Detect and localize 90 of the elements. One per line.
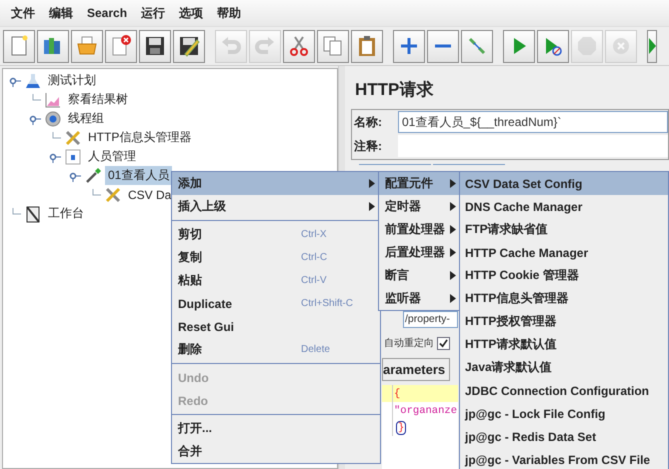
tree-item[interactable]: 01查看人员 bbox=[105, 166, 172, 185]
tree-item[interactable]: CSV Da bbox=[125, 186, 174, 202]
save-button[interactable] bbox=[139, 30, 171, 62]
minus-icon bbox=[434, 44, 452, 48]
tree-item[interactable]: 线程组 bbox=[65, 109, 107, 128]
menu-item[interactable]: JDBC Connection Configuration bbox=[460, 379, 668, 402]
menu-item[interactable]: 合并 bbox=[172, 440, 380, 463]
redirect-label: 自动重定向 bbox=[384, 336, 434, 350]
menu-item[interactable]: 帮助 bbox=[210, 2, 248, 24]
menu-item[interactable]: 选项 bbox=[172, 2, 210, 24]
menu-item[interactable]: HTTP授权管理器 bbox=[460, 310, 668, 333]
wrench-icon bbox=[64, 128, 82, 146]
menu-item[interactable]: CSV Data Set Config bbox=[460, 172, 668, 195]
redirect-checkbox[interactable] bbox=[437, 336, 450, 350]
folder-button[interactable] bbox=[71, 30, 103, 62]
menu-item[interactable]: 文件 bbox=[4, 2, 42, 24]
submenu-arrow-icon bbox=[450, 294, 456, 303]
minus-button[interactable] bbox=[427, 30, 459, 62]
remote-play-icon bbox=[649, 38, 656, 54]
menu-item[interactable]: Reset Gui bbox=[172, 315, 380, 338]
menu-item[interactable]: 粘贴 Ctrl-V bbox=[172, 269, 380, 292]
menu-item[interactable]: 剪切 Ctrl-X bbox=[172, 223, 380, 246]
menu-item[interactable]: 配置元件 bbox=[379, 172, 461, 195]
menu-item[interactable]: 前置处理器 bbox=[379, 218, 461, 241]
code-line: } bbox=[396, 420, 406, 434]
submenu-arrow-icon bbox=[450, 271, 456, 280]
panel-title: HTTP请求 bbox=[355, 79, 434, 101]
code-line: { bbox=[393, 388, 400, 400]
menu-item[interactable]: 监听器 bbox=[379, 287, 461, 310]
menu-item[interactable]: 运行 bbox=[134, 2, 172, 24]
submenu-arrow-icon bbox=[450, 248, 456, 257]
play-button[interactable] bbox=[503, 30, 535, 62]
tree-item[interactable]: 测试计划 bbox=[45, 71, 99, 90]
play-no-timer-button[interactable] bbox=[537, 30, 569, 62]
menu-item[interactable]: HTTP信息头管理器 bbox=[460, 287, 668, 310]
books-button[interactable] bbox=[37, 30, 69, 62]
wrench-icon bbox=[104, 186, 122, 204]
submenu-arrow-icon bbox=[450, 225, 456, 234]
controller-icon bbox=[64, 148, 82, 166]
parameters-tab[interactable]: arameters bbox=[382, 358, 450, 381]
menu-item[interactable]: 编辑 bbox=[42, 2, 80, 24]
dropper-icon bbox=[84, 166, 102, 184]
menu-item[interactable]: HTTP Cache Manager bbox=[460, 241, 668, 264]
tree-item[interactable]: 工作台 bbox=[45, 204, 87, 223]
menu-item[interactable]: jp@gc - Lock File Config bbox=[460, 402, 668, 425]
code-line: "organanze bbox=[393, 404, 458, 416]
new-file-button[interactable] bbox=[3, 30, 35, 62]
menu-item[interactable]: 添加 bbox=[172, 172, 380, 195]
save-as-button[interactable] bbox=[173, 30, 205, 62]
gear-icon bbox=[44, 110, 62, 128]
cut-icon bbox=[287, 34, 311, 58]
menu-item[interactable]: Java请求默认值 bbox=[460, 356, 668, 379]
menu-item[interactable]: 删除 Delete bbox=[172, 338, 380, 361]
cut-button[interactable] bbox=[283, 30, 315, 62]
save-icon bbox=[143, 34, 167, 58]
menu-item[interactable]: Duplicate Ctrl+Shift-C bbox=[172, 292, 380, 315]
menu-item[interactable]: 定时器 bbox=[379, 195, 461, 218]
menu-item[interactable]: DNS Cache Manager bbox=[460, 195, 668, 218]
notebook-icon bbox=[24, 204, 42, 222]
copy-button[interactable] bbox=[317, 30, 349, 62]
menu-item[interactable]: Search bbox=[80, 4, 134, 22]
menu-item[interactable]: jp@gc - Redis Data Set bbox=[460, 425, 668, 448]
submenu-arrow-icon bbox=[450, 179, 456, 188]
paste-button[interactable] bbox=[351, 30, 383, 62]
menu-item[interactable]: jp@gc - Variables From CSV File bbox=[460, 448, 668, 469]
plus-button[interactable] bbox=[393, 30, 425, 62]
name-field[interactable]: 01查看人员_${__threadNum}` bbox=[398, 111, 668, 133]
menu-item[interactable]: 复制 Ctrl-C bbox=[172, 246, 380, 269]
submenu-arrow-icon bbox=[450, 202, 456, 211]
save-as-icon bbox=[177, 34, 201, 58]
chart-icon bbox=[44, 90, 62, 108]
comment-label: 注释: bbox=[354, 138, 383, 154]
tree-item[interactable]: 人员管理 bbox=[85, 147, 139, 166]
comment-field[interactable] bbox=[398, 135, 668, 157]
menu-item[interactable]: HTTP请求默认值 bbox=[460, 333, 668, 356]
flask-icon bbox=[24, 72, 42, 90]
close-file-button[interactable] bbox=[105, 30, 137, 62]
stop-icon bbox=[575, 34, 599, 58]
menu-item[interactable]: HTTP Cookie 管理器 bbox=[460, 264, 668, 287]
toggle-button[interactable] bbox=[461, 30, 493, 62]
menu-item[interactable]: FTP请求缺省值 bbox=[460, 218, 668, 241]
path-field[interactable]: /property- bbox=[403, 311, 458, 328]
menu-item[interactable]: 打开... bbox=[172, 417, 380, 440]
menu-item[interactable]: 插入上级 bbox=[172, 195, 380, 218]
menu-item[interactable]: 断言 bbox=[379, 264, 461, 287]
name-label: 名称: bbox=[354, 114, 383, 130]
tree-item[interactable]: HTTP信息头管理器 bbox=[85, 128, 194, 147]
tree-item[interactable]: 察看结果树 bbox=[65, 90, 131, 109]
menu-item[interactable]: 后置处理器 bbox=[379, 241, 461, 264]
remote-play-button[interactable] bbox=[647, 30, 657, 62]
